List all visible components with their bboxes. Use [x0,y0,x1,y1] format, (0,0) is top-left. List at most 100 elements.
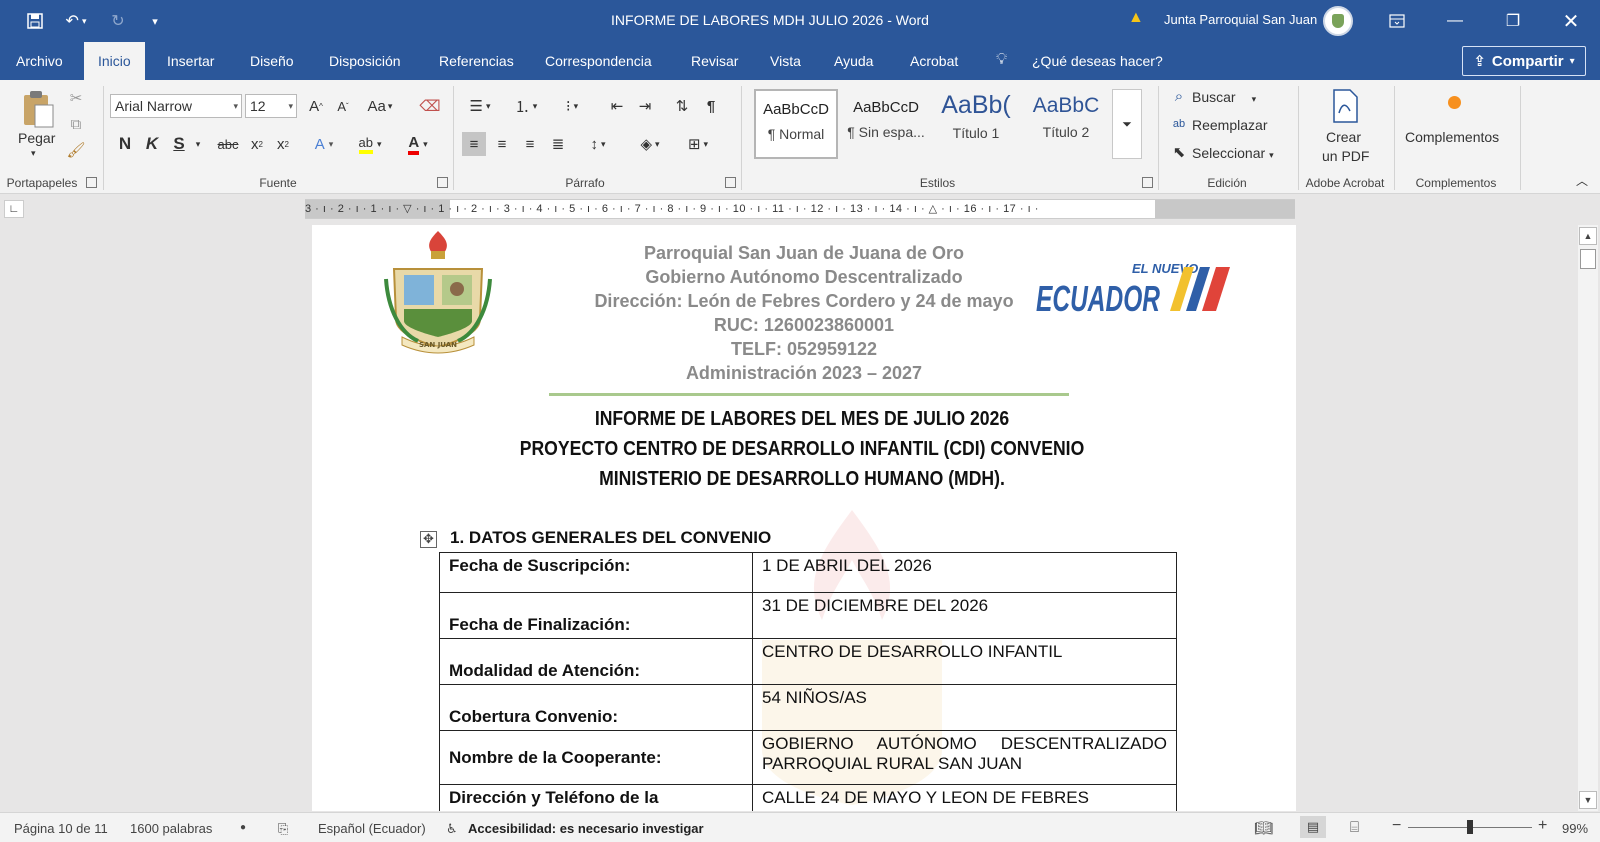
tab-referencias[interactable]: Referencias [425,42,528,80]
avatar[interactable] [1323,6,1353,36]
decrease-indent-icon[interactable]: ⇤ [606,94,628,118]
replace-icon[interactable]: ab [1168,114,1190,134]
numbering-icon[interactable]: ⒈ ▾ [508,94,544,118]
style-normal[interactable]: AaBbCcD ¶ Normal [754,89,838,159]
styles-more-icon[interactable]: ⏷ [1112,89,1142,159]
multilevel-list-icon[interactable]: ⁝ ▾ [554,94,590,118]
create-pdf-label[interactable]: Crear [1326,129,1361,145]
borders-icon[interactable]: ⊞ ▾ [680,132,716,156]
customize-icon[interactable]: ▾ [144,8,166,34]
cut-icon[interactable]: ✂ [66,88,86,108]
align-left-icon[interactable]: ≡ [462,132,486,156]
scroll-down-icon[interactable]: ▼ [1579,791,1597,809]
scroll-up-icon[interactable]: ▲ [1579,227,1597,245]
align-right-icon[interactable]: ≡ [518,132,542,156]
clear-formatting-icon[interactable]: ⌫ [418,94,442,118]
addins-icon[interactable] [1446,94,1462,110]
clipboard-launcher-icon[interactable] [86,177,97,188]
replace-button[interactable]: Reemplazar [1192,117,1267,133]
zoom-out-icon[interactable]: − [1392,817,1401,835]
lightbulb-icon[interactable]: 💡︎ [996,51,1007,69]
page-count[interactable]: Página 10 de 11 [14,821,108,836]
table-move-handle-icon[interactable]: ✥ [420,531,437,548]
close-icon[interactable]: ✕ [1548,6,1594,36]
save-icon[interactable] [20,8,50,34]
align-center-icon[interactable]: ≡ [490,132,514,156]
vertical-scrollbar[interactable]: ▲ ▼ [1578,225,1598,811]
tab-archivo[interactable]: Archivo [2,42,77,80]
zoom-level[interactable]: 99% [1562,821,1588,836]
select-button[interactable]: Seleccionar ▾ [1192,145,1274,161]
tab-correspondencia[interactable]: Correspondencia [531,42,666,80]
minimize-icon[interactable]: — [1432,6,1478,36]
increase-indent-icon[interactable]: ⇥ [634,94,656,118]
subscript-icon[interactable]: x2 [246,132,268,156]
tab-disposicion[interactable]: Disposición [315,42,415,80]
underline-dropdown-icon[interactable]: ▾ [192,132,204,156]
tab-inicio[interactable]: Inicio [84,42,145,80]
collapse-ribbon-icon[interactable]: ︿ [1572,172,1592,188]
word-count[interactable]: 1600 palabras [130,821,212,836]
web-layout-icon[interactable]: ⌸ [1350,819,1359,836]
paste-button[interactable]: Pegar [18,130,55,146]
paste-dropdown-icon[interactable]: ▾ [31,148,36,159]
zoom-in-icon[interactable]: + [1538,817,1547,835]
tell-me-input[interactable]: ¿Qué deseas hacer? [1032,53,1163,69]
shading-icon[interactable]: ◈ ▾ [632,132,668,156]
spelling-status-icon[interactable]: ● [240,822,246,833]
macro-record-icon[interactable]: ⎘ [278,821,288,837]
accessibility-status[interactable]: Accesibilidad: es necesario investigar [468,821,704,836]
scroll-thumb[interactable] [1580,249,1596,269]
print-layout-icon[interactable]: ▤ [1300,816,1326,838]
tab-vista[interactable]: Vista [756,42,815,80]
tab-insertar[interactable]: Insertar [153,42,228,80]
font-launcher-icon[interactable] [437,177,448,188]
bold-button[interactable]: N [114,132,136,156]
find-button[interactable]: Buscar ▾ [1192,89,1256,105]
show-marks-icon[interactable]: ¶ [700,94,722,118]
styles-launcher-icon[interactable] [1142,177,1153,188]
font-color-icon[interactable]: A ▾ [398,132,438,156]
paste-icon[interactable] [16,88,60,130]
line-spacing-icon[interactable]: ↕ ▾ [580,132,616,156]
horizontal-ruler[interactable]: 3 · ı · 2 · ı · 1 · ı · ▽ · ı · 1 · ı · … [305,199,1295,219]
tab-selector-icon[interactable]: ∟ [4,200,24,218]
style-no-spacing[interactable]: AaBbCcD ¶ Sin espa... [844,89,928,159]
strikethrough-icon[interactable]: abc [215,132,241,156]
search-icon[interactable]: ⌕ [1170,86,1188,106]
style-heading-2[interactable]: AaBbC Título 2 [1024,89,1108,159]
tab-acrobat[interactable]: Acrobat [896,42,972,80]
language-status[interactable]: Español (Ecuador) [318,821,426,836]
shrink-font-icon[interactable]: Aˇ [332,94,354,118]
tab-diseno[interactable]: Diseño [236,42,308,80]
grow-font-icon[interactable]: A ^ [305,94,327,118]
create-pdf-icon[interactable] [1328,88,1362,124]
undo-icon[interactable]: ↶ ▾ [56,8,96,34]
user-name[interactable]: Junta Parroquial San Juan [1164,12,1317,27]
document-page[interactable]: SAN JUAN EL NUEVO ECUADOR Parroquial San… [312,225,1296,811]
highlight-icon[interactable]: ab ▾ [350,132,390,156]
format-painter-icon[interactable]: 🖌︎ [66,140,86,160]
font-name-combo[interactable]: Arial Narrow ▾ [110,94,242,118]
underline-button[interactable]: S [168,132,190,156]
read-mode-icon[interactable]: 📖︎ [1254,819,1273,837]
zoom-slider-thumb[interactable] [1466,820,1473,834]
restore-icon[interactable]: ❐ [1490,6,1536,36]
justify-icon[interactable]: ≣ [546,132,570,156]
paragraph-launcher-icon[interactable] [725,177,736,188]
sort-icon[interactable]: ⇅ [671,94,693,118]
addins-button[interactable]: Complementos [1405,129,1499,145]
redo-icon[interactable]: ↻ [104,8,132,34]
select-cursor-icon[interactable]: ⬉ [1170,142,1188,162]
tab-ayuda[interactable]: Ayuda [820,42,887,80]
tab-revisar[interactable]: Revisar [677,42,752,80]
copy-icon[interactable]: ⧉ [66,114,86,134]
italic-button[interactable]: K [141,132,163,156]
create-pdf-label-2[interactable]: un PDF [1322,148,1369,164]
text-effects-icon[interactable]: A ▾ [306,132,342,156]
superscript-icon[interactable]: x2 [272,132,294,156]
bullets-icon[interactable]: ☰ ▾ [462,94,498,118]
warning-icon[interactable]: ▲ [1128,9,1144,27]
ribbon-display-icon[interactable] [1374,6,1420,36]
style-heading-1[interactable]: AaBb( Título 1 [934,89,1018,159]
